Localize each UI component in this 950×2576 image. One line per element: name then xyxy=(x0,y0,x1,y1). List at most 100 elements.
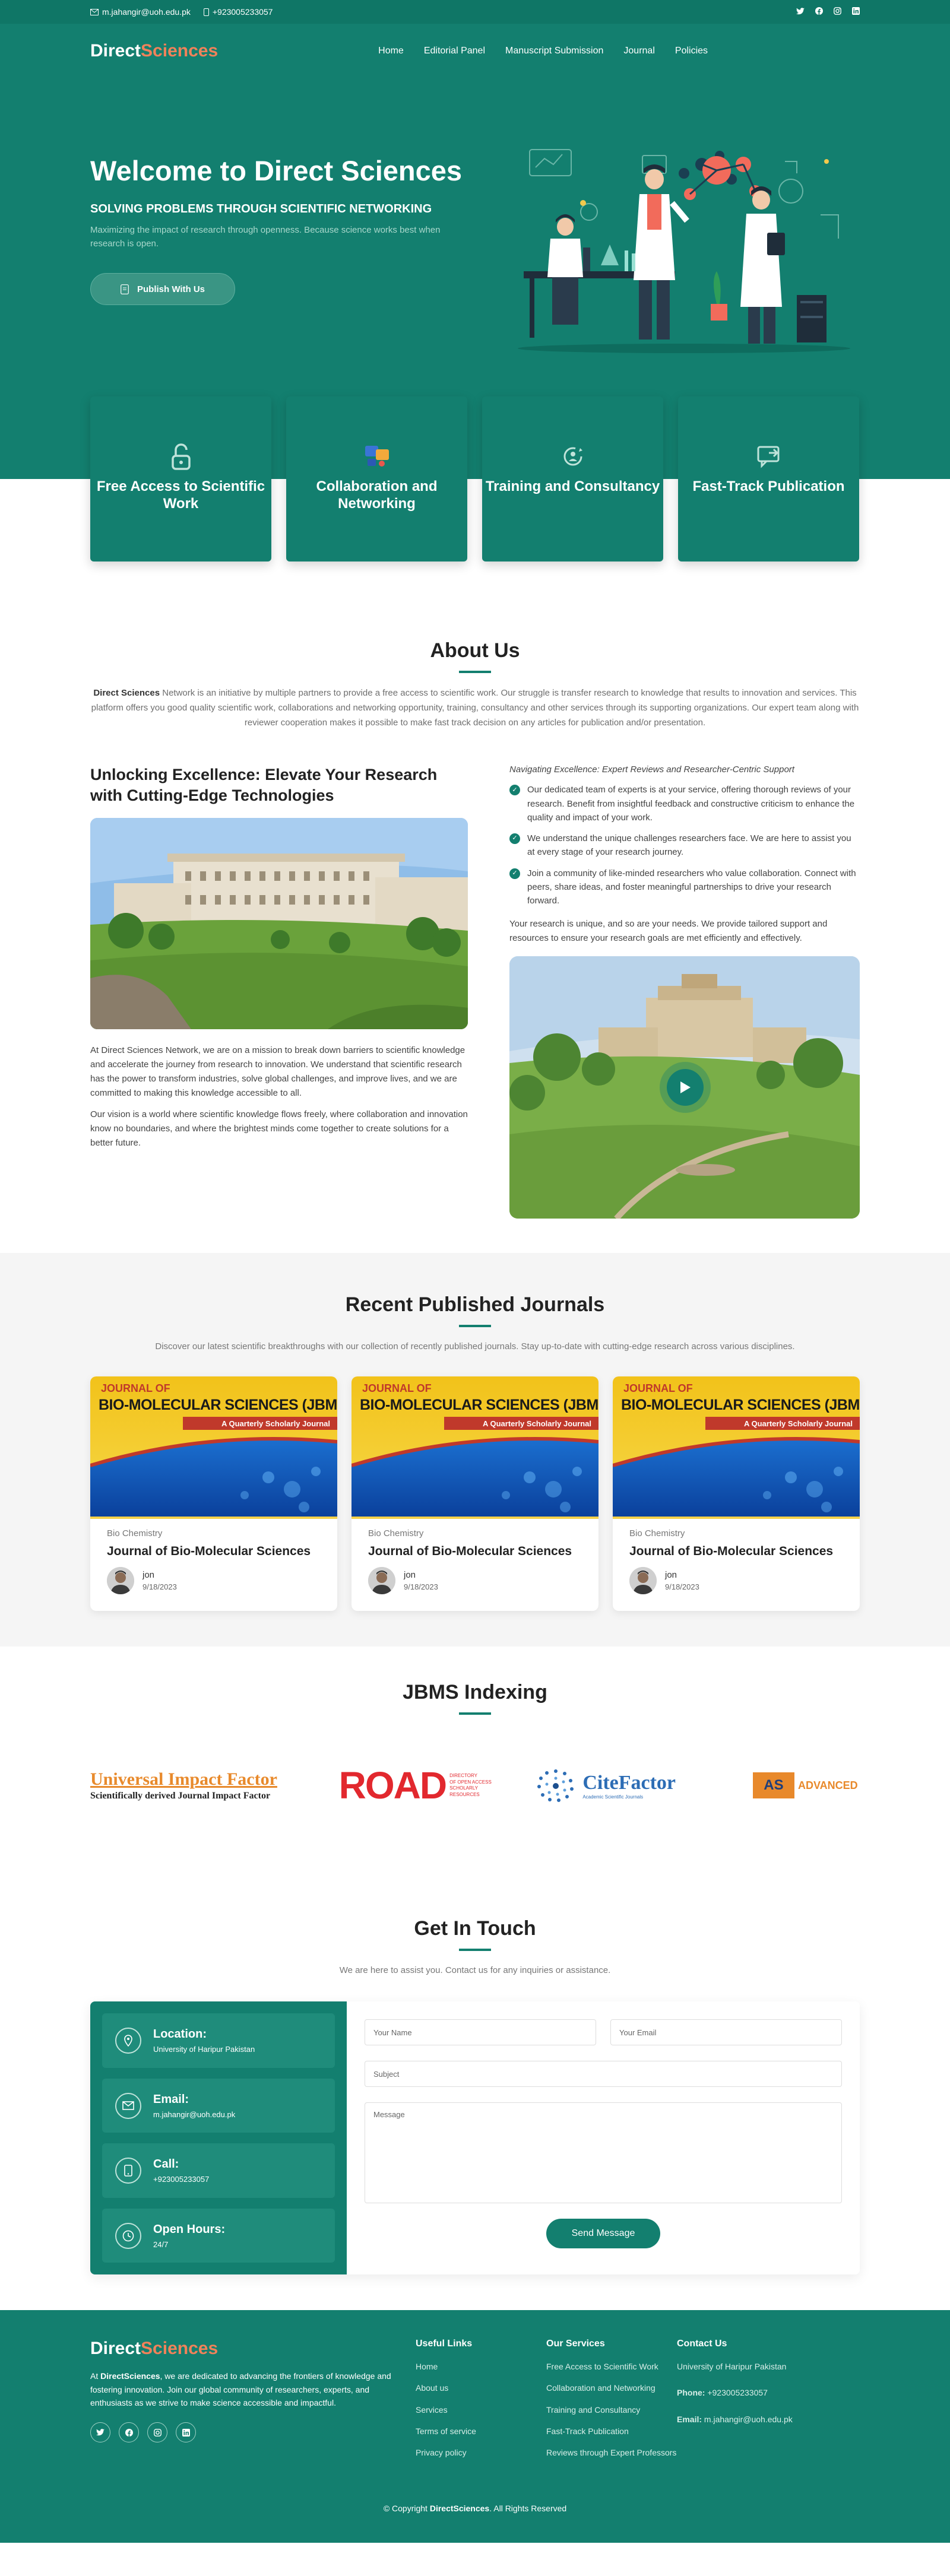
navbar: DirectSciences Home Editorial Panel Manu… xyxy=(0,24,950,78)
footer-logo[interactable]: DirectSciences xyxy=(90,2339,416,2359)
footer-link[interactable]: Home xyxy=(416,2361,546,2372)
feature-title: Free Access to Scientific Work xyxy=(96,478,265,512)
footer-link[interactable]: Privacy policy xyxy=(416,2447,546,2458)
nav-editorial-panel[interactable]: Editorial Panel xyxy=(424,46,485,56)
fast-track-icon xyxy=(757,446,779,468)
about-intro: Direct Sciences Network is an initiative… xyxy=(90,686,860,730)
footer-service-link[interactable]: Training and Consultancy xyxy=(546,2404,677,2415)
citefactor-logo[interactable]: CiteFactor Academic Scientific Journals xyxy=(534,1768,724,1803)
nav-manuscript-submission[interactable]: Manuscript Submission xyxy=(505,46,603,56)
about-title: About Us xyxy=(430,639,520,662)
road-logo[interactable]: ROAD DIRECTORY OF OPEN ACCESS SCHOLARLY … xyxy=(339,1763,505,1807)
title-underline xyxy=(459,1949,491,1952)
facebook-icon[interactable] xyxy=(815,7,823,17)
title-underline xyxy=(459,1325,491,1328)
journal-card[interactable]: JOURNAL OF BIO-MOLECULAR SCIENCES (JBMS) A… xyxy=(90,1376,337,1611)
check-item: ✓ Join a community of like-minded researc… xyxy=(509,867,860,908)
journal-category: Bio Chemistry xyxy=(629,1528,685,1539)
topbar-email[interactable]: m.jahangir@uoh.edu.pk xyxy=(90,7,191,17)
avatar xyxy=(107,1567,134,1595)
footer-about-text: At DirectSciences, we are dedicated to a… xyxy=(90,2371,391,2408)
topbar-phone[interactable]: +923005233057 xyxy=(203,7,273,17)
about-columns: Unlocking Excellence: Elevate Your Resea… xyxy=(90,764,860,1219)
play-button[interactable] xyxy=(667,1069,704,1106)
footer-location: University of Haripur Pakistan xyxy=(677,2362,787,2372)
nav-home[interactable]: Home xyxy=(378,46,404,56)
journals-description: Discover our latest scientific breakthro… xyxy=(155,1341,795,1352)
footer-link[interactable]: Services xyxy=(416,2404,546,2415)
site-logo[interactable]: DirectSciences xyxy=(90,41,218,61)
footer-service-link[interactable]: Free Access to Scientific Work xyxy=(546,2361,677,2372)
contact-form: Your Name Your Email Subject Message Sen… xyxy=(347,2001,860,2275)
journal-title[interactable]: Journal of Bio-Molecular Sciences xyxy=(107,1544,321,1559)
publish-with-us-button[interactable]: Publish With Us xyxy=(90,273,235,305)
footer-service-link[interactable]: Fast-Track Publication xyxy=(546,2426,677,2437)
footer-link[interactable]: Terms of service xyxy=(416,2426,546,2437)
journal-cards: JOURNAL OF BIO-MOLECULAR SCIENCES (JBMS) A… xyxy=(90,1376,860,1611)
topbar: m.jahangir@uoh.edu.pk +923005233057 xyxy=(0,0,950,24)
subject-field[interactable]: Subject xyxy=(365,2061,842,2088)
copyright: © Copyright DirectSciences. All Rights R… xyxy=(383,2504,567,2514)
journal-card[interactable]: JOURNAL OF BIO-MOLECULAR SCIENCES (JBMS) A… xyxy=(613,1376,860,1611)
info-card-email: Email: m.jahangir@uoh.edu.pk xyxy=(102,2078,335,2133)
journal-card[interactable]: JOURNAL OF BIO-MOLECULAR SCIENCES (JBMS) A… xyxy=(352,1376,598,1611)
feature-card-fast-track[interactable]: Fast-Track Publication xyxy=(678,396,859,561)
journal-author: jon 9/18/2023 xyxy=(107,1567,321,1595)
linkedin-icon[interactable] xyxy=(852,7,860,17)
avatar xyxy=(368,1567,395,1595)
journal-category: Bio Chemistry xyxy=(107,1528,163,1539)
message-field[interactable]: Message xyxy=(365,2102,842,2204)
name-field[interactable]: Your Name xyxy=(365,2019,596,2046)
clock-icon xyxy=(115,2222,141,2249)
facebook-icon[interactable] xyxy=(119,2422,139,2443)
send-message-button[interactable]: Send Message xyxy=(546,2219,660,2249)
twitter-icon[interactable] xyxy=(796,7,805,17)
indexing-title: JBMS Indexing xyxy=(403,1681,547,1704)
feature-title: Training and Consultancy xyxy=(485,478,660,494)
document-icon xyxy=(121,284,129,294)
about-left-column: Unlocking Excellence: Elevate Your Resea… xyxy=(90,764,468,1219)
play-icon xyxy=(680,1081,691,1094)
instagram-icon[interactable] xyxy=(834,7,841,17)
info-card-location: Location: University of Haripur Pakistan xyxy=(102,2013,335,2068)
video-thumbnail[interactable] xyxy=(509,956,860,1219)
feature-card-collaboration[interactable]: Collaboration and Networking xyxy=(286,396,467,561)
instagram-icon[interactable] xyxy=(147,2422,167,2443)
feature-card-training[interactable]: Training and Consultancy xyxy=(482,396,663,561)
footer-useful-links: Useful Links Home About us Services Term… xyxy=(416,2339,546,2469)
footer-about: DirectSciences At DirectSciences, we are… xyxy=(90,2339,416,2469)
advanced-sciences-logo[interactable]: AS ADVANCED xyxy=(752,1772,860,1799)
lock-open-icon xyxy=(171,443,191,470)
universal-impact-factor-logo[interactable]: Universal Impact Factor Scientifically d… xyxy=(90,1769,310,1801)
footer-phone: Phone: +923005233057 xyxy=(677,2388,768,2398)
footer-link[interactable]: About us xyxy=(416,2383,546,2393)
check-icon: ✓ xyxy=(509,868,520,879)
feature-title: Collaboration and Networking xyxy=(316,478,438,512)
feature-card-free-access[interactable]: Free Access to Scientific Work xyxy=(90,396,271,561)
about-intro-brand: Direct Sciences xyxy=(93,688,160,698)
logo-part2: Sciences xyxy=(141,41,218,61)
envelope-icon xyxy=(90,8,99,15)
check-icon: ✓ xyxy=(509,833,520,844)
contact-description: We are here to assist you. Contact us fo… xyxy=(339,1965,611,1976)
footer-service-link[interactable]: Reviews through Expert Professors xyxy=(546,2447,677,2458)
about-paragraph-1: At Direct Sciences Network, we are on a … xyxy=(90,1045,466,1099)
info-card-call: Call: +923005233057 xyxy=(102,2143,335,2198)
nav-journal[interactable]: Journal xyxy=(623,46,654,56)
about-intro-text: Network is an initiative by multiple par… xyxy=(91,688,859,728)
linkedin-icon[interactable] xyxy=(176,2422,196,2443)
journal-title[interactable]: Journal of Bio-Molecular Sciences xyxy=(629,1544,843,1559)
footer-email: Email: m.jahangir@uoh.edu.pk xyxy=(677,2414,793,2424)
avatar xyxy=(629,1567,657,1595)
footer-service-link[interactable]: Collaboration and Networking xyxy=(546,2383,677,2393)
nav-policies[interactable]: Policies xyxy=(675,46,708,56)
network-icon xyxy=(365,446,389,467)
feature-cards: Free Access to Scientific Work Collabora… xyxy=(90,396,860,561)
journal-title[interactable]: Journal of Bio-Molecular Sciences xyxy=(368,1544,582,1559)
email-field[interactable]: Your Email xyxy=(610,2019,842,2046)
envelope-icon xyxy=(115,2092,141,2119)
twitter-icon[interactable] xyxy=(90,2422,110,2443)
journal-category: Bio Chemistry xyxy=(368,1528,424,1539)
about-paragraph-2: Our vision is a world where scientific k… xyxy=(90,1109,468,1149)
phone-icon xyxy=(115,2158,141,2184)
